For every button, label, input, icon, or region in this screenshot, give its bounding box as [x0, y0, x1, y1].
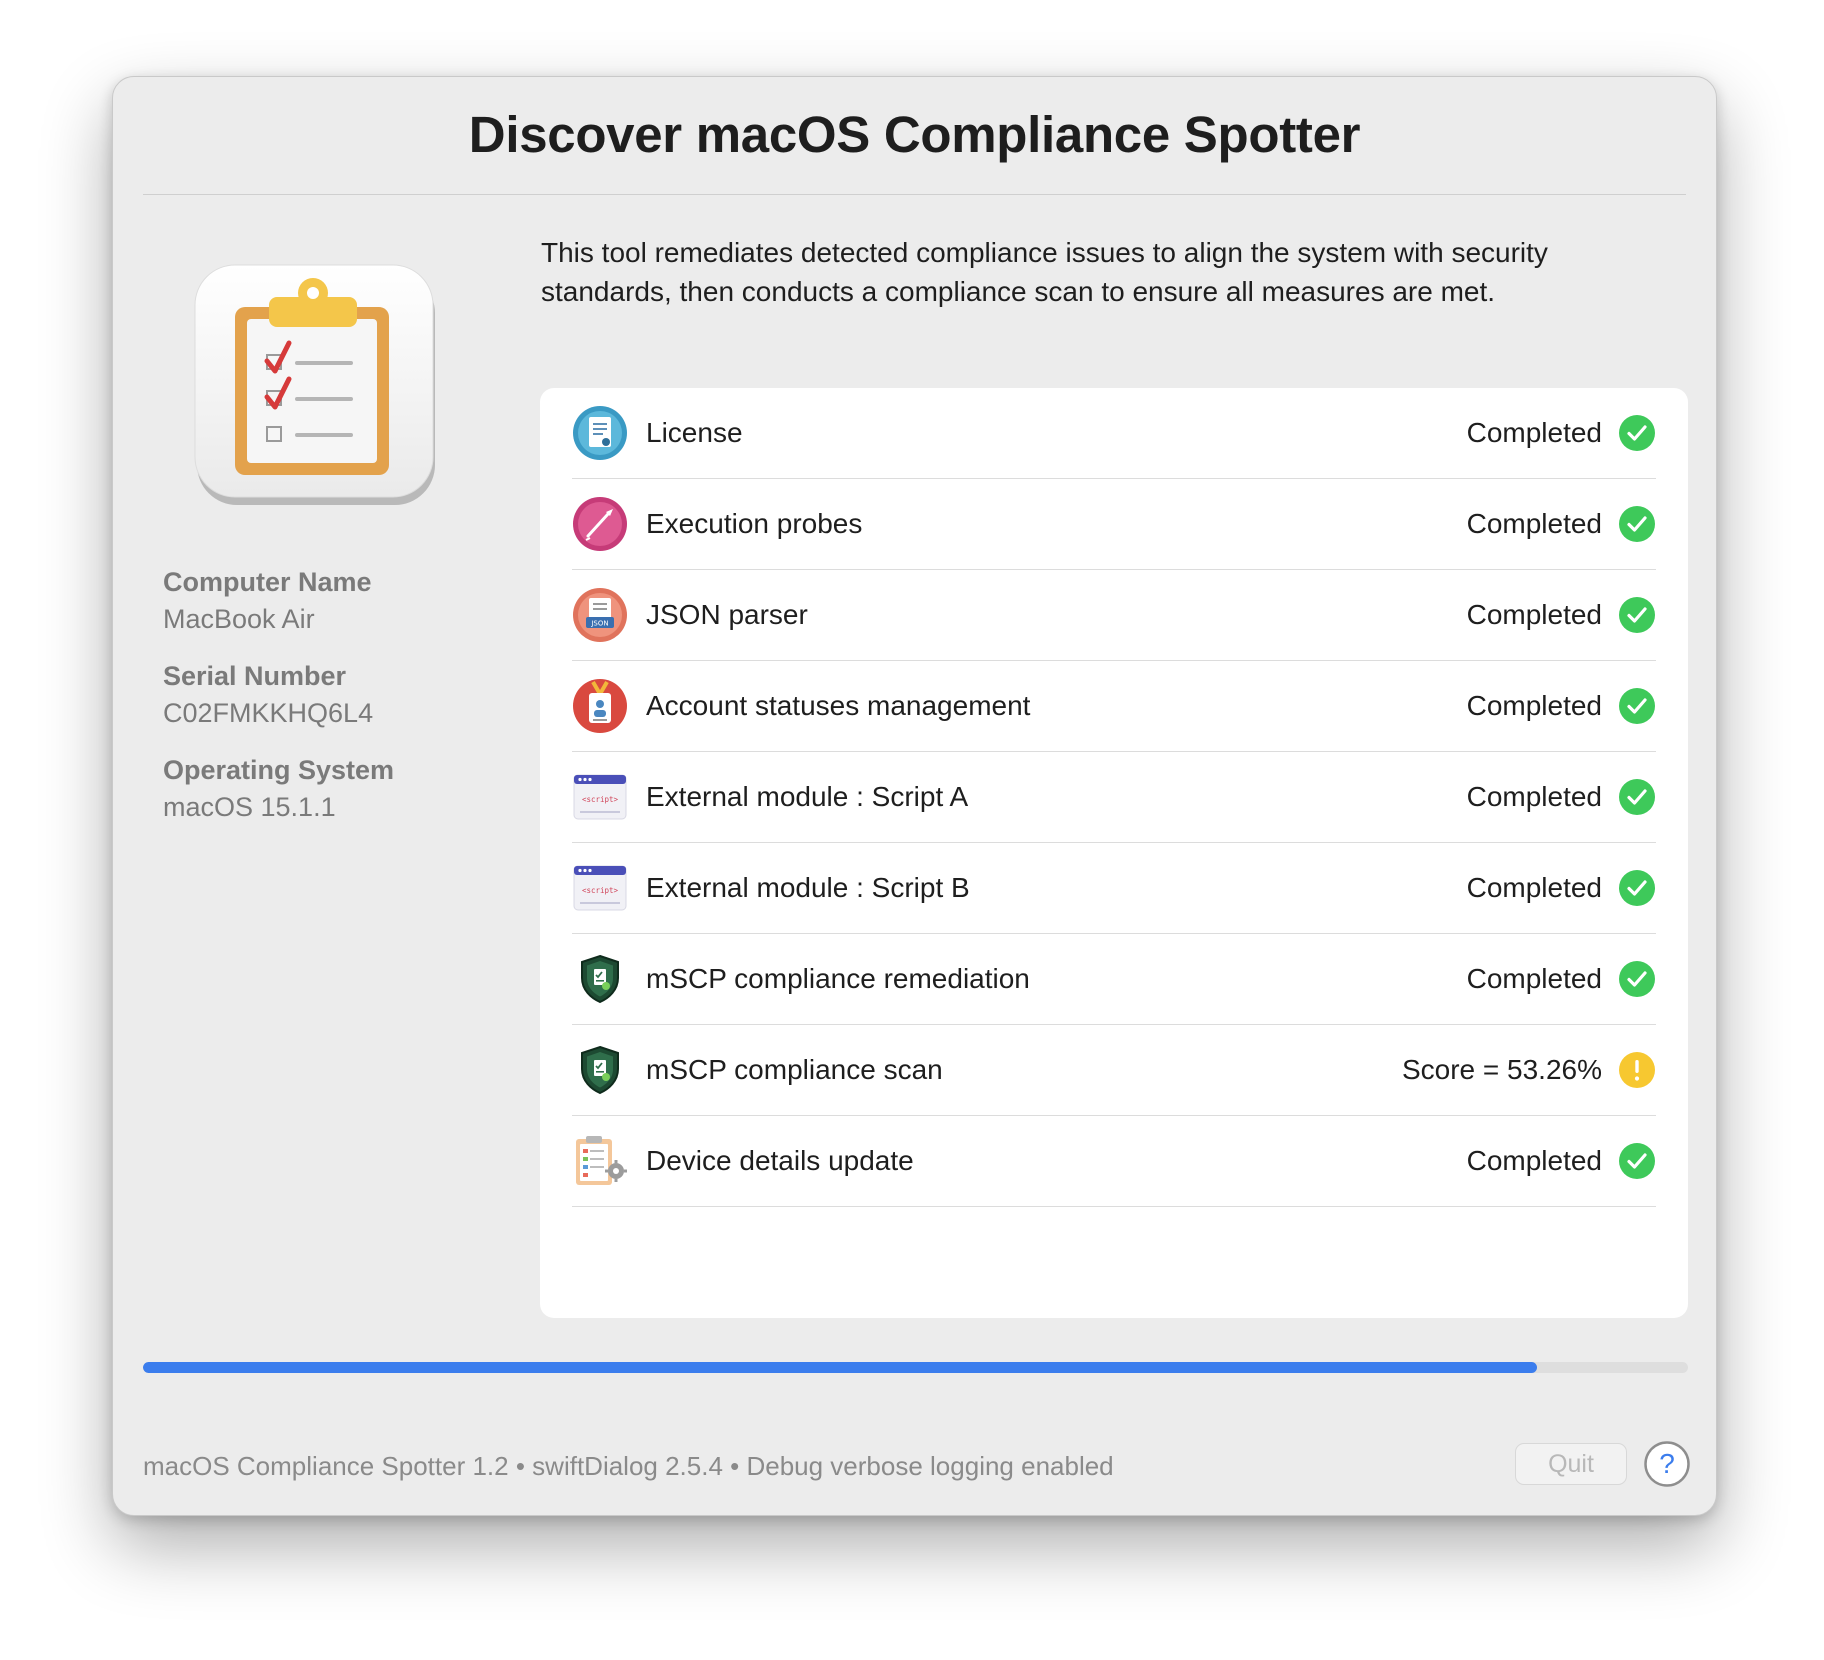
check-icon — [1619, 506, 1655, 542]
item-label: License — [646, 417, 743, 448]
item-label: mSCP compliance scan — [646, 1054, 943, 1085]
shield-icon — [572, 1042, 628, 1098]
title-divider — [143, 194, 1686, 195]
item-status: Completed — [1466, 781, 1602, 812]
list-item: Execution probes Completed — [572, 479, 1656, 570]
item-status: Completed — [1466, 872, 1602, 903]
svg-text:?: ? — [1659, 1448, 1675, 1479]
warning-icon — [1619, 1052, 1655, 1088]
clipboard-gear-icon — [572, 1133, 628, 1189]
quit-button[interactable]: Quit — [1515, 1443, 1627, 1485]
item-label: Device details update — [646, 1145, 914, 1176]
item-label: Account statuses management — [646, 690, 1031, 721]
check-icon — [1619, 415, 1655, 451]
check-icon — [1619, 688, 1655, 724]
list-item: <script> External module : Script B Comp… — [572, 843, 1656, 934]
clipboard-checklist-icon — [193, 263, 439, 509]
id-badge-icon — [572, 678, 628, 734]
progress-fill — [143, 1362, 1537, 1373]
svg-text:<script>: <script> — [582, 886, 619, 895]
os-label: Operating System — [163, 755, 395, 785]
item-label: mSCP compliance remediation — [646, 963, 1030, 994]
check-icon — [1619, 779, 1655, 815]
check-icon — [1619, 597, 1655, 633]
computer-name-value: MacBook Air — [163, 604, 315, 634]
probe-icon — [572, 496, 628, 552]
task-list: License Completed Execution probes Compl… — [572, 388, 1656, 1207]
shield-icon — [572, 951, 628, 1007]
task-list-panel: License Completed Execution probes Compl… — [540, 388, 1688, 1318]
question-mark-icon[interactable]: ? — [1643, 1440, 1691, 1488]
item-status: Score = 53.26% — [1401, 1054, 1602, 1085]
list-item: Account statuses management Completed — [572, 661, 1656, 752]
computer-name-label: Computer Name — [163, 567, 372, 597]
item-label: Execution probes — [646, 508, 863, 539]
list-item: <script> External module : Script A Comp… — [572, 752, 1656, 843]
dialog-window: Discover macOS Compliance Spotter Comput… — [112, 76, 1717, 1516]
check-icon — [1619, 1143, 1655, 1179]
json-file-icon: JSON — [572, 587, 628, 643]
list-item: mSCP compliance scan Score = 53.26% — [572, 1025, 1656, 1116]
script-window-icon: <script> — [572, 860, 628, 916]
item-status: Completed — [1466, 599, 1602, 630]
device-info: Computer Name MacBook Air Serial Number … — [163, 567, 394, 849]
list-item: Device details update Completed — [572, 1116, 1656, 1207]
script-window-icon: <script> — [572, 769, 628, 825]
item-label: External module : Script A — [646, 781, 969, 812]
check-icon — [1619, 870, 1655, 906]
svg-text:<script>: <script> — [582, 795, 619, 804]
item-status: Completed — [1466, 417, 1602, 448]
progress-bar — [143, 1362, 1688, 1373]
check-icon — [1619, 961, 1655, 997]
dialog-title: Discover macOS Compliance Spotter — [468, 106, 1361, 163]
os-value: macOS 15.1.1 — [163, 792, 336, 822]
list-item: JSON JSON parser Completed — [572, 570, 1656, 661]
item-status: Completed — [1466, 690, 1602, 721]
serial-number-label: Serial Number — [163, 661, 347, 691]
item-status: Completed — [1466, 963, 1602, 994]
item-status: Completed — [1466, 1145, 1602, 1176]
list-item: mSCP compliance remediation Completed — [572, 934, 1656, 1025]
svg-text:JSON: JSON — [590, 620, 608, 628]
description-text: This tool remediates detected compliance… — [541, 237, 1548, 307]
serial-number-value: C02FMKKHQ6L4 — [163, 698, 374, 728]
list-item: License Completed — [572, 388, 1656, 479]
item-status: Completed — [1466, 508, 1602, 539]
license-document-icon — [572, 405, 628, 461]
footer-info-text: macOS Compliance Spotter 1.2 • swiftDial… — [143, 1451, 1114, 1481]
item-label: External module : Script B — [646, 872, 970, 903]
item-label: JSON parser — [646, 599, 808, 630]
